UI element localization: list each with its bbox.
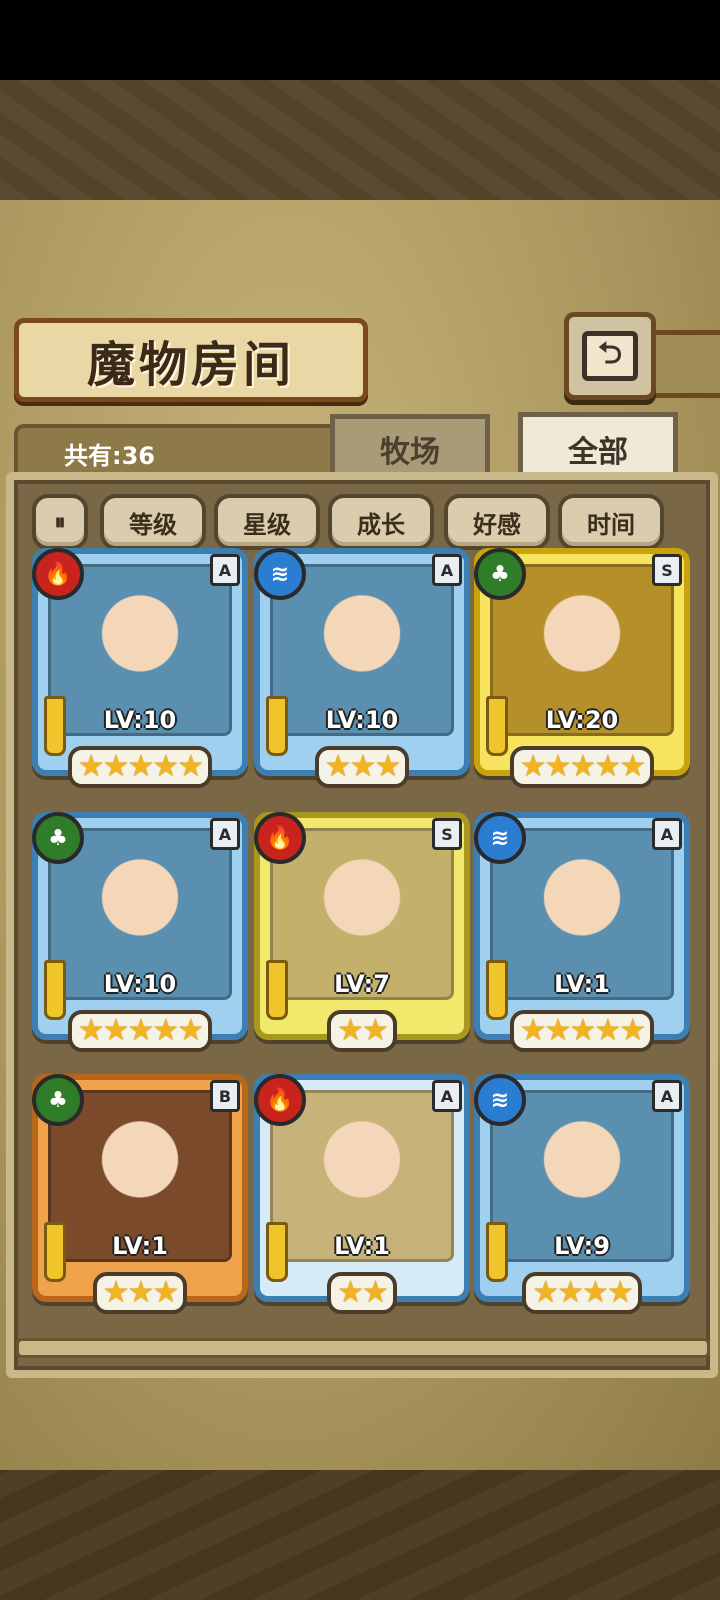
star-icons: ★★★★★	[509, 746, 655, 788]
rank-badge: A	[432, 554, 462, 586]
fire-element-icon: 🔥	[32, 548, 84, 600]
rank-badge: A	[432, 1080, 462, 1112]
monster-level: LV:1	[554, 970, 610, 998]
back-arrow-icon: ⮌	[582, 331, 638, 381]
monster-level: LV:1	[112, 1232, 168, 1260]
monster-level: LV:7	[334, 970, 390, 998]
monster-count: 共有:36	[64, 442, 155, 470]
tab-pasture[interactable]: 牧场	[330, 414, 490, 479]
map-background-top	[0, 80, 720, 206]
monster-level: LV:10	[103, 970, 177, 998]
monster-card[interactable]: 🔥 S LV:7 ★★	[254, 812, 470, 1052]
rank-badge: S	[652, 554, 682, 586]
star-rating: ★★	[260, 1010, 464, 1052]
map-background-bottom	[0, 1470, 720, 1600]
panel-bottom-rail	[16, 1338, 710, 1358]
grass-element-icon: ♣	[32, 812, 84, 864]
monster-card[interactable]: ≋ A LV:9 ★★★★	[474, 1074, 690, 1314]
status-bar	[0, 0, 720, 80]
monster-level: LV:20	[545, 706, 619, 734]
star-icons: ★★★	[314, 746, 410, 788]
star-icons: ★★★★	[522, 1272, 642, 1314]
star-rating: ★★★	[260, 746, 464, 788]
monster-card[interactable]: ♣ A LV:10 ★★★★★	[32, 812, 248, 1052]
star-icons: ★★★	[92, 1272, 188, 1314]
star-rating: ★★★★★	[38, 1010, 242, 1052]
rank-badge: A	[210, 818, 240, 850]
tab-all[interactable]: 全部	[518, 412, 678, 481]
rank-badge: B	[210, 1080, 240, 1112]
rank-badge: A	[652, 1080, 682, 1112]
star-rating: ★★★	[38, 1272, 242, 1314]
monster-level: LV:9	[554, 1232, 610, 1260]
star-icons: ★★★★★	[509, 1010, 655, 1052]
grass-element-icon: ♣	[474, 548, 526, 600]
page-title: 魔物房间	[86, 337, 295, 393]
monster-card[interactable]: 🔥 A LV:1 ★★	[254, 1074, 470, 1314]
monster-level: LV:10	[325, 706, 399, 734]
star-icons: ★★★★★	[67, 1010, 213, 1052]
star-rating: ★★★★★	[480, 746, 684, 788]
page-title-plate: 魔物房间	[14, 318, 368, 402]
monster-card[interactable]: ≋ A LV:10 ★★★	[254, 548, 470, 788]
sort-toggle-button[interactable]: ⏸	[32, 494, 88, 550]
star-rating: ★★★★★	[480, 1010, 684, 1052]
monster-card[interactable]: ≋ A LV:1 ★★★★★	[474, 812, 690, 1052]
sort-toggle-icon: ⏸	[54, 509, 66, 535]
filter-affection-button[interactable]: 好感	[444, 494, 550, 550]
rank-badge: A	[210, 554, 240, 586]
monster-level: LV:1	[334, 1232, 390, 1260]
filter-level-button[interactable]: 等级	[100, 494, 206, 550]
star-icons: ★★	[327, 1010, 397, 1052]
star-rating: ★★★★★	[38, 746, 242, 788]
rank-badge: A	[652, 818, 682, 850]
rank-badge: S	[432, 818, 462, 850]
filter-growth-button[interactable]: 成长	[328, 494, 434, 550]
monster-card[interactable]: 🔥 A LV:10 ★★★★★	[32, 548, 248, 788]
water-element-icon: ≋	[474, 812, 526, 864]
water-element-icon: ≋	[474, 1074, 526, 1126]
fire-element-icon: 🔥	[254, 1074, 306, 1126]
star-icons: ★★	[327, 1272, 397, 1314]
monster-level: LV:10	[103, 706, 177, 734]
star-rating: ★★	[260, 1272, 464, 1314]
monster-card[interactable]: ♣ B LV:1 ★★★	[32, 1074, 248, 1314]
filter-star-button[interactable]: 星级	[214, 494, 320, 550]
filter-time-button[interactable]: 时间	[558, 494, 664, 550]
back-button[interactable]: ⮌	[564, 312, 656, 400]
star-icons: ★★★★★	[67, 746, 213, 788]
grass-element-icon: ♣	[32, 1074, 84, 1126]
water-element-icon: ≋	[254, 548, 306, 600]
fire-element-icon: 🔥	[254, 812, 306, 864]
monster-card[interactable]: ♣ S LV:20 ★★★★★	[474, 548, 690, 788]
star-rating: ★★★★	[480, 1272, 684, 1314]
